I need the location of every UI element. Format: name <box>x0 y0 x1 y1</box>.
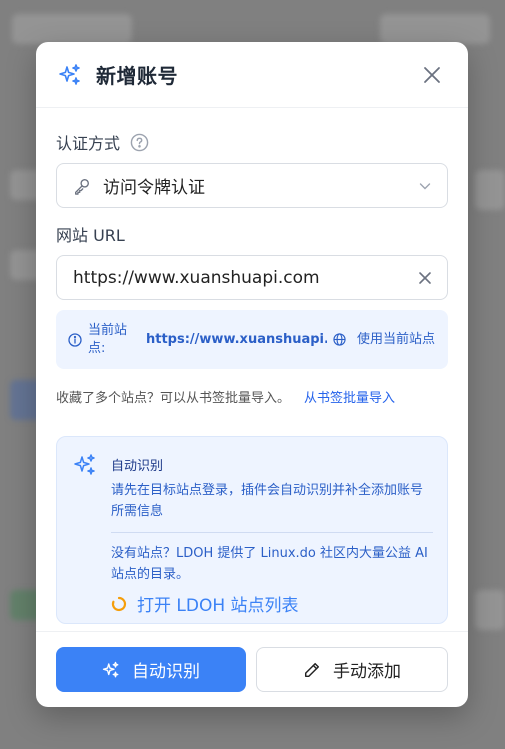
add-account-dialog: 新增账号 认证方式 访问令牌认证 网站 URL https://www.xuan… <box>36 42 468 707</box>
auth-method-row: 认证方式 <box>56 130 448 154</box>
chevron-down-icon <box>417 178 433 194</box>
bookmark-import-row: 收藏了多个站点？可以从书签批量导入。 从书签批量导入 <box>56 387 448 406</box>
auth-method-label: 认证方式 <box>56 134 121 153</box>
site-url-label: 网站 URL <box>56 226 125 245</box>
clear-icon[interactable] <box>417 270 433 286</box>
auto-detect-title: 自动识别 <box>111 459 164 474</box>
manual-add-button[interactable]: 手动添加 <box>256 647 448 692</box>
auto-detect-button[interactable]: 自动识别 <box>56 647 246 692</box>
open-ldoh-link[interactable]: 打开 LDOH 站点列表 <box>111 591 433 616</box>
auth-method-value: 访问令牌认证 <box>103 178 205 198</box>
ldoh-note: 没有站点？LDOH 提供了 Linux.do 社区内大量公益 AI 站点的目录。 <box>111 546 428 582</box>
open-ldoh-label: 打开 LDOH 站点列表 <box>137 596 299 616</box>
site-url-row: 网站 URL <box>56 222 448 246</box>
auto-detect-content: 自动识别 请先在目标站点登录，插件会自动识别并补全添加账号所需信息 没有站点？L… <box>111 451 433 623</box>
globe-icon <box>333 333 346 346</box>
dialog-title: 新增账号 <box>96 64 178 88</box>
auto-detect-card: 自动识别 请先在目标站点登录，插件会自动识别并补全添加账号所需信息 没有站点？L… <box>56 436 448 624</box>
site-url-field[interactable] <box>56 255 448 300</box>
current-site-label: 当前站点: <box>88 322 128 356</box>
close-button[interactable] <box>418 61 446 89</box>
sparkles-icon <box>102 661 120 679</box>
close-icon <box>424 66 440 83</box>
info-icon <box>68 332 82 347</box>
key-icon <box>73 177 91 195</box>
dialog-header: 新增账号 <box>36 42 468 108</box>
sparkles-icon <box>58 63 82 87</box>
auth-method-select[interactable]: 访问令牌认证 <box>56 163 448 208</box>
dialog-footer: 自动识别 手动添加 <box>36 631 468 707</box>
manual-add-button-label: 手动添加 <box>333 662 401 682</box>
auto-detect-button-label: 自动识别 <box>132 662 200 682</box>
auto-detect-description: 请先在目标站点登录，插件会自动识别并补全添加账号所需信息 <box>111 483 424 519</box>
divider <box>111 532 433 533</box>
use-current-site-button[interactable]: 使用当前站点 <box>356 331 436 349</box>
bookmark-import-link[interactable]: 从书签批量导入 <box>304 387 395 406</box>
pencil-icon <box>303 661 321 679</box>
dialog-body: 认证方式 访问令牌认证 网站 URL https://www.xuanshuap… <box>36 130 468 624</box>
loading-ring-icon <box>111 596 127 612</box>
bookmark-hint: 收藏了多个站点？可以从书签批量导入。 <box>56 391 291 406</box>
site-url-input[interactable] <box>73 267 417 288</box>
sparkles-icon <box>73 453 97 477</box>
current-site-banner: 当前站点: https://www.xuanshuapi.... 使用当前站点 <box>56 310 448 369</box>
help-circle-icon[interactable] <box>130 133 149 152</box>
current-site-url: https://www.xuanshuapi.... <box>146 332 327 347</box>
